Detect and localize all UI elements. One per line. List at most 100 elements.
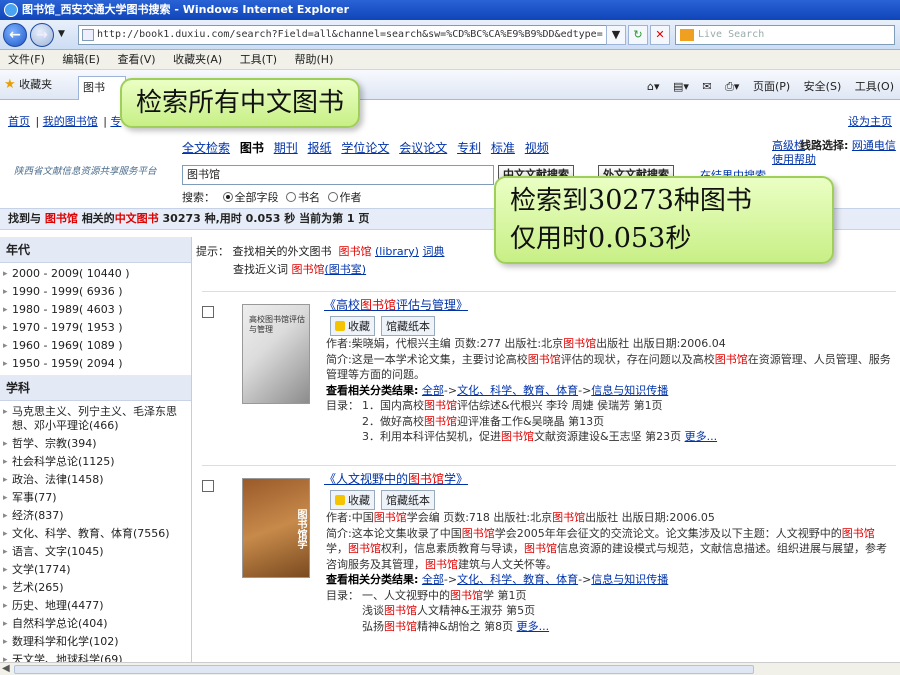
menu-file[interactable]: 文件(F) [8,53,45,66]
refresh-icon[interactable]: ↻ [628,25,648,45]
history-dropdown-icon[interactable]: ▼ [58,29,65,39]
book-title-link[interactable]: 《高校图书馆评估与管理》 [324,296,468,313]
subject-filter-item[interactable]: 经济(837) [0,507,191,525]
network-select-value[interactable]: 网通电信 [852,139,896,152]
tab-theses[interactable]: 学位论文 [341,141,389,155]
tab-conference[interactable]: 会议论文 [399,141,447,155]
subject-filter-item[interactable]: 马克思主义、列宁主义、毛泽东思想、邓小平理论(466) [0,403,191,435]
menu-help[interactable]: 帮助(H) [295,53,334,66]
category-path: 查看相关分类结果: 全部->文化、科学、教育、体育->信息与知识传播 [326,383,669,397]
back-icon[interactable]: ← [3,23,27,47]
radio-author[interactable] [327,192,338,202]
top-links: 首页 | 我的图书馆 | 专 [8,115,122,128]
live-search-input[interactable]: Live Search [675,25,895,45]
subject-filter-item[interactable]: 天文学、地球科学(69) [0,651,191,662]
subject-filter-item[interactable]: 数理科学和化学(102) [0,633,191,651]
url-dropdown-icon[interactable]: ▼ [606,25,626,45]
url-input[interactable]: http://book1.duxiu.com/search?Field=all&… [78,25,608,45]
favorites-button[interactable]: ★ 收藏夹 [4,76,52,92]
menu-favorites[interactable]: 收藏夹(A) [173,53,222,66]
select-checkbox[interactable] [202,480,214,492]
book-cover[interactable]: 图书馆学 [242,478,310,578]
subject-filter-item[interactable]: 文化、科学、教育、体育(7556) [0,525,191,543]
safety-menu[interactable]: 安全(S) [804,80,842,93]
subject-filter-item[interactable]: 艺术(265) [0,579,191,597]
print-icon[interactable]: ⎙▾ [725,80,739,93]
menu-view[interactable]: 查看(V) [117,53,155,66]
tab-video[interactable]: 视频 [525,141,549,155]
tab-newspapers[interactable]: 报纸 [308,141,332,155]
radio-all-fields[interactable] [222,192,233,202]
subject-filter-item[interactable]: 政治、法律(1458) [0,471,191,489]
category-link[interactable]: 全部 [422,573,444,586]
collect-button[interactable]: 收藏 [330,316,375,336]
foreign-kw-en-link[interactable]: (library) [375,245,419,258]
subject-filter-item[interactable]: 文学(1774) [0,561,191,579]
search-input[interactable]: 图书馆 [182,165,494,185]
category-link[interactable]: 信息与知识传播 [591,384,668,397]
forward-icon[interactable]: → [30,23,54,47]
page-menu[interactable]: 页面(P) [753,80,790,93]
radio-title[interactable] [286,192,296,202]
toc-item: 3．利用本科评估契机，促进图书馆文献资源建设&王志坚 第23页 [362,430,682,443]
foreign-kw-link[interactable]: 图书馆 [339,245,372,258]
link-my-library[interactable]: 我的图书馆 [43,115,98,128]
browser-tab[interactable]: 图书 [78,76,126,100]
subject-filter-item[interactable]: 历史、地理(4477) [0,597,191,615]
callout-search-all: 检索所有中文图书 [120,78,361,128]
scroll-left-icon[interactable]: ◀ [2,663,10,674]
horizontal-scrollbar[interactable]: ◀ [0,662,900,675]
collect-icon [335,321,345,331]
year-filter-item[interactable]: 1970 - 1979( 1953 ) [0,319,191,337]
table-of-contents: 目录： 一、人文视野中的图书馆学 第1页 浅谈图书馆人文精神&王淑芬 第5页 弘扬图书… [326,588,550,633]
book-title-link[interactable]: 《人文视野中的图书馆学》 [324,470,468,487]
search-field-options: 搜索： 全部字段 书名 作者 [182,191,362,204]
record-actions: 收藏 馆藏纸本 [330,490,441,510]
dictionary-link[interactable]: 词典 [422,245,444,258]
book-meta: 作者:柴晓娟，代根兴主编 页数:277 出版社:北京图书馆出版社 出版日期:20… [326,336,896,445]
category-link[interactable]: 全部 [422,384,444,397]
year-filter-item[interactable]: 2000 - 2009( 10440 ) [0,265,191,283]
more-link[interactable]: 更多... [517,620,550,633]
synonym-link-2[interactable]: (图书室) [325,263,367,276]
year-filter-item[interactable]: 1990 - 1999( 6936 ) [0,283,191,301]
year-filter-item[interactable]: 1950 - 1959( 2094 ) [0,355,191,373]
subject-heading: 学科 [0,375,191,401]
subject-filter-item[interactable]: 社会科学总论(1125) [0,453,191,471]
tab-patents[interactable]: 专利 [457,141,481,155]
category-link[interactable]: 文化、科学、教育、体育 [457,384,578,397]
menu-edit[interactable]: 编辑(E) [62,53,100,66]
feeds-icon[interactable]: ▤▾ [673,80,689,93]
tools-menu[interactable]: 工具(O) [855,80,894,93]
set-homepage-link[interactable]: 设为主页 [848,113,892,129]
toc-item: 2．做好高校图书馆迎评准备工作&吴晓晶 第13页 [362,414,605,428]
scroll-thumb[interactable] [14,665,754,674]
synonym-link-1[interactable]: 图书馆 [292,263,325,276]
link-home[interactable]: 首页 [8,115,30,128]
subject-filter-item[interactable]: 语言、文字(1045) [0,543,191,561]
year-filter-item[interactable]: 1960 - 1969( 1089 ) [0,337,191,355]
subject-filter-item[interactable]: 哲学、宗教(394) [0,435,191,453]
book-cover[interactable]: 高校图书馆评估与管理 [242,304,310,404]
category-link[interactable]: 信息与知识传播 [591,573,668,586]
tab-journals[interactable]: 期刊 [274,141,298,155]
subject-filter-item[interactable]: 自然科学总论(404) [0,615,191,633]
select-checkbox[interactable] [202,306,214,318]
print-holdings-button[interactable]: 馆藏纸本 [381,490,435,510]
year-filter-item[interactable]: 1980 - 1989( 4603 ) [0,301,191,319]
record-actions: 收藏 馆藏纸本 [330,316,441,336]
print-holdings-button[interactable]: 馆藏纸本 [381,316,435,336]
book-abstract: 简介:这本论文集收录了中国图书馆学会2005年年会征文的交流论文。论文集涉及以下… [326,526,887,571]
mail-icon[interactable]: ✉ [702,80,711,93]
subject-filter-item[interactable]: 军事(77) [0,489,191,507]
collect-button[interactable]: 收藏 [330,490,375,510]
tab-standards[interactable]: 标准 [491,141,515,155]
home-icon[interactable]: ⌂▾ [647,80,660,93]
stop-icon[interactable]: ✕ [650,25,670,45]
more-link[interactable]: 更多... [685,430,718,443]
category-link[interactable]: 文化、科学、教育、体育 [457,573,578,586]
menu-tools[interactable]: 工具(T) [240,53,277,66]
help-link[interactable]: 使用帮助 [772,153,816,166]
tab-fulltext[interactable]: 全文检索 [182,141,230,155]
tab-books[interactable]: 图书 [240,141,264,155]
